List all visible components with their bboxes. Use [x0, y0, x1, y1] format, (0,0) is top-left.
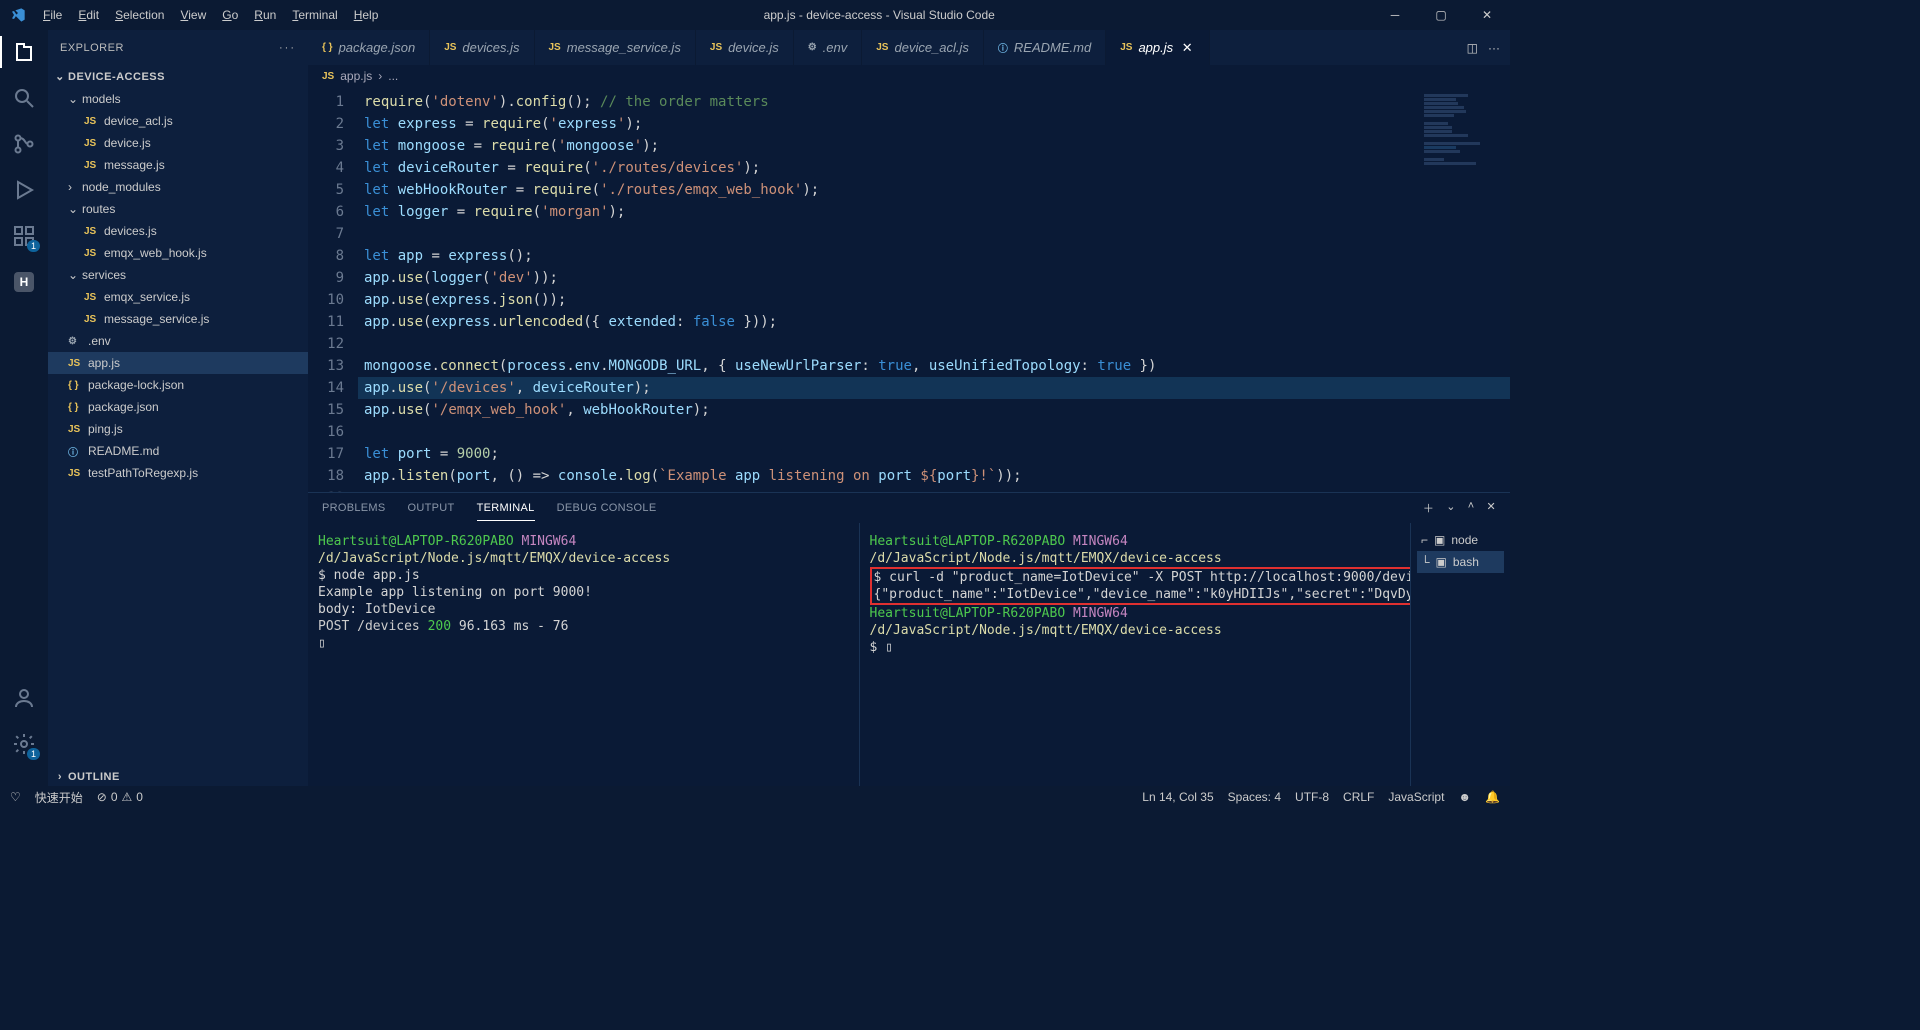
tab-message-service[interactable]: JSmessage_service.js — [535, 30, 696, 65]
extensions-badge: 1 — [27, 240, 40, 252]
menu-bar: File Edit Selection View Go Run Terminal… — [35, 0, 386, 30]
menu-go[interactable]: Go — [214, 0, 246, 30]
status-spaces[interactable]: Spaces: 4 — [1228, 790, 1281, 804]
explorer-icon[interactable] — [10, 38, 38, 66]
menu-file[interactable]: File — [35, 0, 70, 30]
tab-device-acl[interactable]: JSdevice_acl.js — [862, 30, 984, 65]
menu-view[interactable]: View — [172, 0, 214, 30]
window-title: app.js - device-access - Visual Studio C… — [386, 8, 1372, 22]
code-content[interactable]: require('dotenv').config(); // the order… — [358, 87, 1510, 492]
menu-terminal[interactable]: Terminal — [284, 0, 345, 30]
tab-package-json[interactable]: { }package.json — [308, 30, 430, 65]
sidebar-header: EXPLORER ··· — [48, 30, 308, 65]
menu-run[interactable]: Run — [246, 0, 284, 30]
tab-close-icon[interactable]: ✕ — [1179, 40, 1195, 56]
folder-node-modules[interactable]: ›node_modules — [48, 176, 308, 198]
new-terminal-icon[interactable]: ＋ — [1423, 500, 1434, 516]
split-editor-icon[interactable]: ◫ — [1467, 41, 1478, 55]
maximize-panel-icon[interactable]: ˄ — [1468, 500, 1475, 516]
panel-tab-debug[interactable]: DEBUG CONSOLE — [557, 496, 657, 520]
file-tree: ⌄models JSdevice_acl.js JSdevice.js JSme… — [48, 86, 308, 486]
terminal-session-node[interactable]: ⌐▣node — [1417, 529, 1504, 551]
folder-routes[interactable]: ⌄routes — [48, 198, 308, 220]
file-device-acl[interactable]: JSdevice_acl.js — [48, 110, 308, 132]
tab-env[interactable]: ⚙.env — [794, 30, 863, 65]
extensions-icon[interactable]: 1 — [10, 222, 38, 250]
tab-devices-js[interactable]: JSdevices.js — [430, 30, 534, 65]
file-device-js[interactable]: JSdevice.js — [48, 132, 308, 154]
settings-icon[interactable]: 1 — [10, 730, 38, 758]
menu-selection[interactable]: Selection — [107, 0, 172, 30]
status-lncol[interactable]: Ln 14, Col 35 — [1142, 790, 1213, 804]
editor-area: { }package.json JSdevices.js JSmessage_s… — [308, 30, 1510, 786]
settings-badge: 1 — [27, 748, 40, 760]
file-readme[interactable]: ⓘREADME.md — [48, 440, 308, 462]
status-bell-icon[interactable]: 🔔 — [1485, 790, 1500, 804]
folder-services[interactable]: ⌄services — [48, 264, 308, 286]
h-icon[interactable]: H — [10, 268, 38, 296]
file-env[interactable]: ⚙.env — [48, 330, 308, 352]
tab-readme[interactable]: ⓘREADME.md — [984, 30, 1106, 65]
folder-models[interactable]: ⌄models — [48, 88, 308, 110]
status-heart-icon[interactable]: ♡ — [10, 790, 21, 804]
file-message-js[interactable]: JSmessage.js — [48, 154, 308, 176]
more-actions-icon[interactable]: ··· — [1488, 41, 1500, 55]
maximize-button[interactable]: ▢ — [1418, 0, 1464, 30]
file-ping-js[interactable]: JSping.js — [48, 418, 308, 440]
activity-bar: 1 H 1 — [0, 30, 48, 786]
close-panel-icon[interactable]: ✕ — [1486, 500, 1496, 516]
file-package-json[interactable]: { }package.json — [48, 396, 308, 418]
minimap[interactable] — [1424, 93, 1504, 203]
sidebar: EXPLORER ··· ⌄DEVICE-ACCESS ⌄models JSde… — [48, 30, 308, 786]
code-editor[interactable]: 12345678910111213141516171819 require('d… — [308, 87, 1510, 492]
panel: PROBLEMS OUTPUT TERMINAL DEBUG CONSOLE ＋… — [308, 492, 1510, 786]
title-bar: File Edit Selection View Go Run Terminal… — [0, 0, 1510, 30]
file-emqx-service[interactable]: JSemqx_service.js — [48, 286, 308, 308]
panel-tab-output[interactable]: OUTPUT — [408, 496, 455, 520]
file-emqx-webhook[interactable]: JSemqx_web_hook.js — [48, 242, 308, 264]
window-controls: ─ ▢ ✕ — [1372, 0, 1510, 30]
line-gutter: 12345678910111213141516171819 — [308, 87, 358, 492]
breadcrumb[interactable]: JSapp.js›... — [308, 65, 1510, 87]
status-bar: ♡ 快速开始 ⊘ 0 ⚠ 0 Ln 14, Col 35 Spaces: 4 U… — [0, 786, 1510, 808]
tab-app-js[interactable]: JSapp.js✕ — [1106, 30, 1210, 65]
terminal-right[interactable]: Heartsuit@LAPTOP-R620PABO MINGW64 /d/Jav… — [859, 523, 1411, 786]
status-encoding[interactable]: UTF-8 — [1295, 790, 1329, 804]
panel-tab-terminal[interactable]: TERMINAL — [477, 496, 535, 521]
explorer-label: EXPLORER — [60, 42, 124, 54]
status-feedback-icon[interactable]: ☻ — [1458, 790, 1471, 804]
split-terminal-icon[interactable]: ⌄ — [1446, 500, 1456, 516]
scm-icon[interactable] — [10, 130, 38, 158]
panel-tab-problems[interactable]: PROBLEMS — [322, 496, 386, 520]
account-icon[interactable] — [10, 684, 38, 712]
file-message-service[interactable]: JSmessage_service.js — [48, 308, 308, 330]
menu-edit[interactable]: Edit — [70, 0, 107, 30]
tab-bar: { }package.json JSdevices.js JSmessage_s… — [308, 30, 1510, 65]
status-quickstart[interactable]: 快速开始 — [35, 789, 83, 806]
debug-icon[interactable] — [10, 176, 38, 204]
vscode-logo-icon — [0, 7, 35, 23]
file-package-lock[interactable]: { }package-lock.json — [48, 374, 308, 396]
file-devices-js[interactable]: JSdevices.js — [48, 220, 308, 242]
terminal-list: ⌐▣node └▣bash — [1410, 523, 1510, 786]
tab-device-js[interactable]: JSdevice.js — [696, 30, 794, 65]
tab-actions: ◫ ··· — [1457, 30, 1510, 65]
terminal-session-bash[interactable]: └▣bash — [1417, 551, 1504, 573]
status-lang[interactable]: JavaScript — [1388, 790, 1444, 804]
status-problems[interactable]: ⊘ 0 ⚠ 0 — [97, 790, 143, 804]
file-testpath[interactable]: JStestPathToRegexp.js — [48, 462, 308, 484]
close-button[interactable]: ✕ — [1464, 0, 1510, 30]
search-icon[interactable] — [10, 84, 38, 112]
panel-tabs: PROBLEMS OUTPUT TERMINAL DEBUG CONSOLE ＋… — [308, 493, 1510, 523]
status-eol[interactable]: CRLF — [1343, 790, 1374, 804]
terminal-left[interactable]: Heartsuit@LAPTOP-R620PABO MINGW64 /d/Jav… — [308, 523, 859, 786]
project-title[interactable]: ⌄DEVICE-ACCESS — [48, 67, 308, 86]
outline-title[interactable]: ›OUTLINE — [48, 768, 308, 786]
file-app-js[interactable]: JSapp.js — [48, 352, 308, 374]
minimize-button[interactable]: ─ — [1372, 0, 1418, 30]
explorer-more-icon[interactable]: ··· — [279, 42, 296, 54]
menu-help[interactable]: Help — [346, 0, 387, 30]
